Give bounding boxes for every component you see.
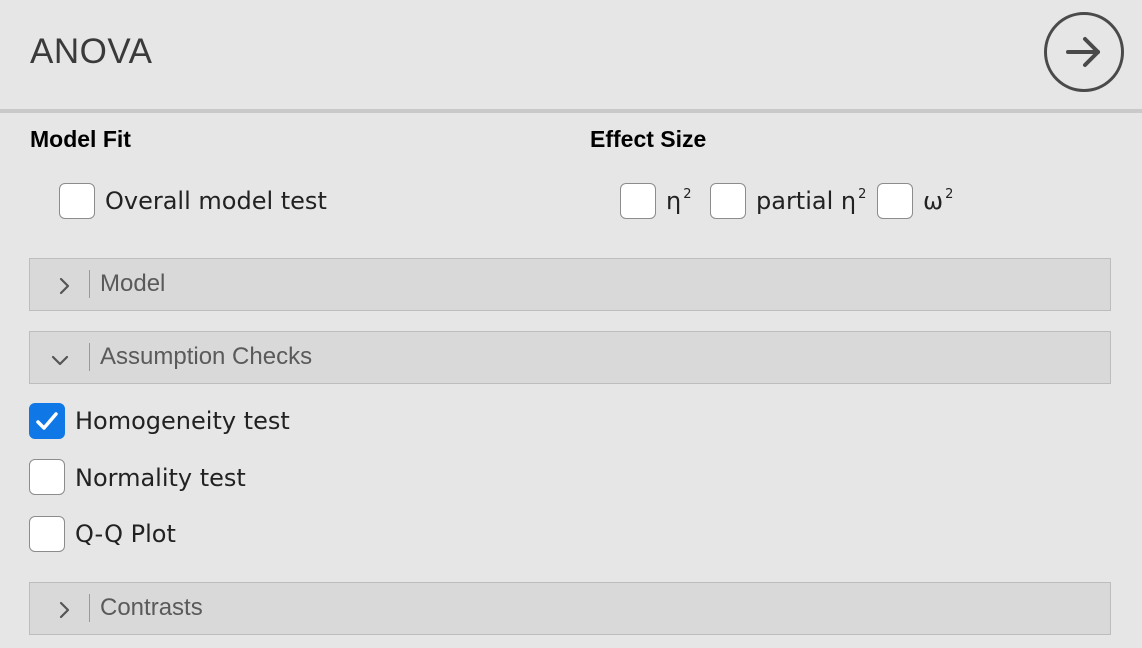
overall-model-test-label: Overall model test bbox=[105, 187, 327, 215]
contrasts-panel-header[interactable]: Contrasts bbox=[29, 582, 1111, 635]
omega-squared-checkbox[interactable] bbox=[877, 183, 913, 219]
model-fit-heading: Model Fit bbox=[30, 126, 131, 152]
chevron-down-icon bbox=[51, 355, 69, 366]
qq-plot-checkbox[interactable] bbox=[29, 516, 65, 552]
checkmark-icon bbox=[36, 412, 58, 430]
overall-model-test-checkbox[interactable] bbox=[59, 183, 95, 219]
effect-size-heading: Effect Size bbox=[590, 126, 707, 152]
eta-squared-checkbox[interactable] bbox=[620, 183, 656, 219]
arrow-right-circle-icon bbox=[1066, 37, 1100, 67]
contrasts-panel-title: Contrasts bbox=[100, 594, 203, 621]
eta-squared-label: η2 bbox=[666, 187, 692, 215]
chevron-right-icon bbox=[59, 277, 70, 295]
run-button[interactable] bbox=[1044, 12, 1124, 92]
partial-eta-squared-checkbox[interactable] bbox=[710, 183, 746, 219]
homogeneity-test-label: Homogeneity test bbox=[75, 407, 290, 435]
model-panel-header[interactable]: Model bbox=[29, 258, 1111, 311]
assumption-checks-panel-title: Assumption Checks bbox=[100, 343, 313, 370]
panel-separator bbox=[89, 594, 90, 622]
omega-squared-label: ω2 bbox=[923, 187, 954, 215]
panel-separator bbox=[89, 343, 90, 371]
partial-eta-squared-label: partial η2 bbox=[756, 187, 867, 215]
chevron-right-icon bbox=[59, 601, 70, 619]
qq-plot-label: Q-Q Plot bbox=[75, 520, 176, 548]
homogeneity-test-checkbox[interactable] bbox=[29, 403, 65, 439]
page-title: ANOVA bbox=[30, 32, 153, 71]
normality-test-label: Normality test bbox=[75, 464, 246, 492]
panel-separator bbox=[89, 270, 90, 298]
header-divider bbox=[0, 109, 1142, 113]
assumption-checks-panel-header[interactable]: Assumption Checks bbox=[29, 331, 1111, 384]
model-panel-title: Model bbox=[100, 270, 166, 297]
normality-test-checkbox[interactable] bbox=[29, 459, 65, 495]
